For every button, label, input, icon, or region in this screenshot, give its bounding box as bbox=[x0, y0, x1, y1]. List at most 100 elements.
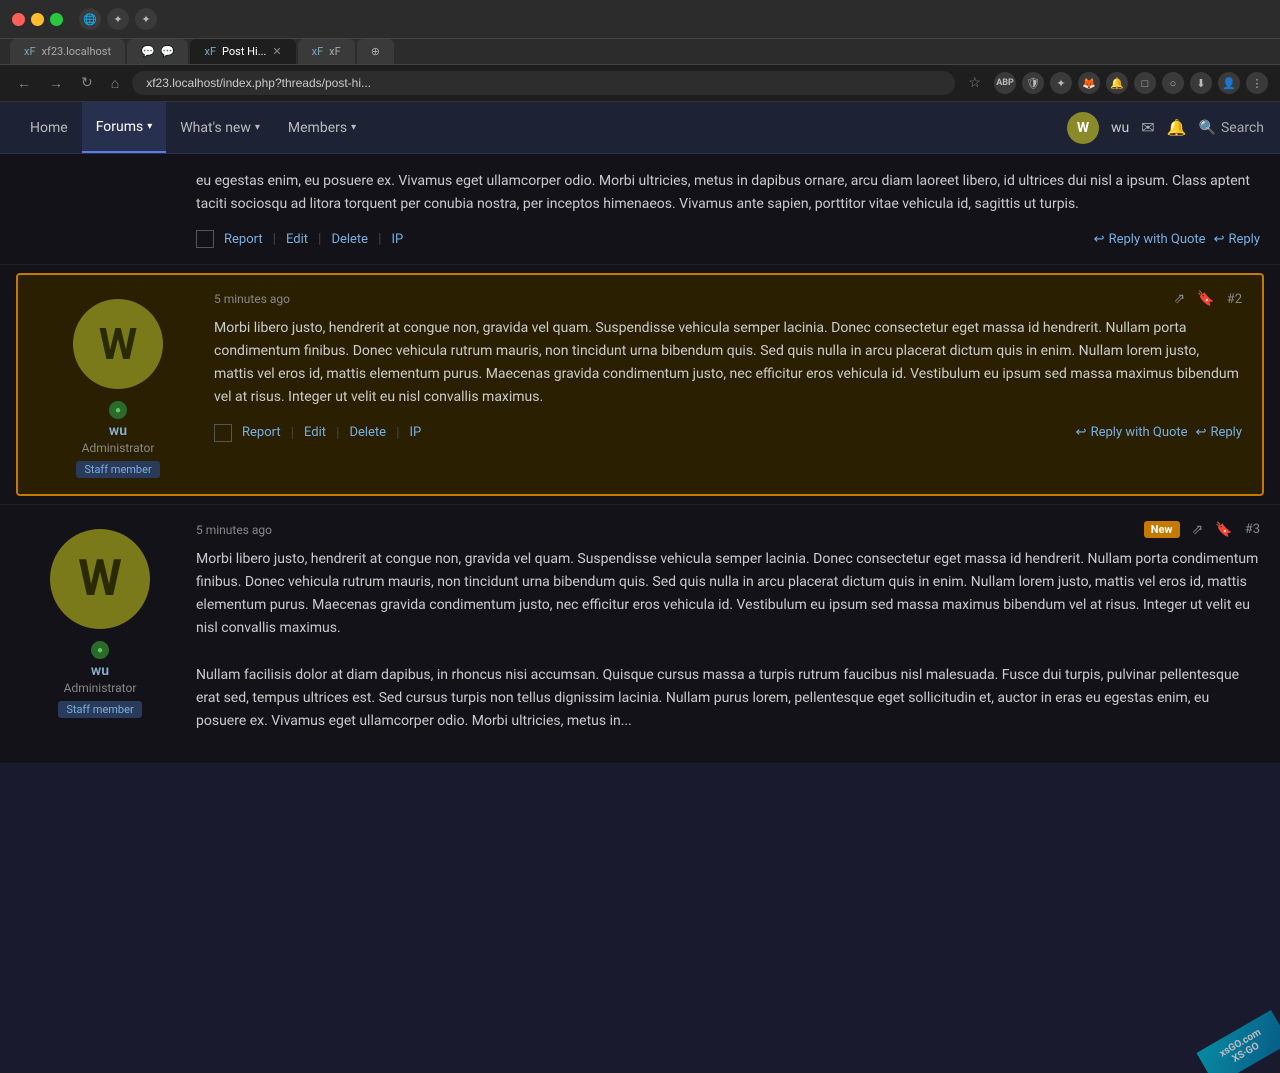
shield-icon[interactable]: 🛡 bbox=[1022, 72, 1044, 94]
post-2-avatar: W bbox=[73, 299, 163, 389]
tab-3[interactable]: xF xF bbox=[298, 39, 355, 64]
refresh-button[interactable]: ↻ bbox=[76, 73, 98, 93]
extension-icons: ABP 🛡 ✦ 🦊 🔔 □ ○ ⬇ 👤 ⋮ bbox=[994, 72, 1268, 94]
notification-icon[interactable]: 🔔 bbox=[1106, 72, 1128, 94]
post-3-new-badge: New bbox=[1144, 521, 1180, 538]
download-icon[interactable]: ⬇ bbox=[1190, 72, 1212, 94]
post-1-reply-quote-link[interactable]: ↩ Reply with Quote bbox=[1094, 232, 1206, 247]
minimize-button[interactable] bbox=[31, 13, 44, 26]
post-1-checkbox[interactable] bbox=[196, 230, 214, 248]
forward-button[interactable]: → bbox=[44, 73, 68, 94]
post-1-footer: Report | Edit | Delete | IP ↩ Reply with… bbox=[196, 230, 1260, 248]
post-2-author-name: wu bbox=[109, 423, 127, 439]
watermark-text: xsGO.comXS·GO bbox=[1197, 1010, 1280, 1073]
post-2-actions-top: ⇗ 🔖 #2 bbox=[1174, 291, 1242, 307]
post-1-footer-left: Report | Edit | Delete | IP bbox=[196, 230, 403, 248]
reply-quote-icon-1: ↩ bbox=[1094, 232, 1105, 247]
post-2-footer: Report | Edit | Delete | IP ↩ Reply with… bbox=[214, 424, 1242, 442]
post-2-share-icon[interactable]: ⇗ bbox=[1174, 291, 1186, 307]
messages-icon[interactable]: ✉ bbox=[1141, 118, 1154, 137]
search-button[interactable]: 🔍 Search bbox=[1199, 120, 1264, 136]
close-button[interactable] bbox=[12, 13, 25, 26]
menu-icon[interactable]: ⋮ bbox=[1246, 72, 1268, 94]
post-3-author-sidebar: W ● wu Administrator Staff member bbox=[20, 521, 180, 747]
post-2-time: 5 minutes ago bbox=[214, 292, 290, 306]
tab-1[interactable]: xF xf23.localhost bbox=[10, 39, 125, 64]
post-2-reply-link[interactable]: ↩ Reply bbox=[1196, 425, 1242, 440]
tab-4[interactable]: ⊕ bbox=[357, 39, 394, 64]
post-2-bookmark-icon[interactable]: 🔖 bbox=[1197, 291, 1214, 307]
post-1-body: eu egestas enim, eu posuere ex. Vivamus … bbox=[196, 170, 1260, 216]
post-2-footer-left: Report | Edit | Delete | IP bbox=[214, 424, 421, 442]
bookmark-icon[interactable]: ☆ bbox=[963, 73, 986, 93]
forums-dropdown-icon: ▾ bbox=[147, 121, 152, 132]
tab-2[interactable]: 💬 💬 bbox=[127, 39, 188, 64]
post-3-share-icon[interactable]: ⇗ bbox=[1192, 522, 1204, 538]
post-3-author-name: wu bbox=[91, 663, 109, 679]
post-2-checkbox[interactable] bbox=[214, 424, 232, 442]
post-3-avatar: W bbox=[50, 529, 150, 629]
post-1-reply-link[interactable]: ↩ Reply bbox=[1214, 232, 1260, 247]
post-1-author-sidebar bbox=[20, 170, 180, 248]
back-button[interactable]: ← bbox=[12, 73, 36, 94]
post-3-meta: 5 minutes ago New ⇗ 🔖 #3 bbox=[196, 521, 1260, 538]
post-2-report-link[interactable]: Report bbox=[242, 425, 281, 440]
post-2-edit-link[interactable]: Edit bbox=[304, 425, 326, 440]
post-2-ip-link[interactable]: IP bbox=[410, 425, 422, 440]
abp-icon[interactable]: ABP bbox=[994, 72, 1016, 94]
post-1-report-link[interactable]: Report bbox=[224, 232, 263, 247]
nav-forums[interactable]: Forums ▾ bbox=[82, 102, 167, 153]
post-3-body: Morbi libero justo, hendrerit at congue … bbox=[196, 548, 1260, 733]
post-1-container: eu egestas enim, eu posuere ex. Vivamus … bbox=[0, 154, 1280, 265]
post-1-delete-link[interactable]: Delete bbox=[331, 232, 368, 247]
post-2-delete-link[interactable]: Delete bbox=[349, 425, 386, 440]
post-2-container: W ● wu Administrator Staff member 5 minu… bbox=[16, 273, 1264, 496]
post-1-edit-link[interactable]: Edit bbox=[286, 232, 308, 247]
ext6[interactable]: ○ bbox=[1162, 72, 1184, 94]
reply-icon-1: ↩ bbox=[1214, 232, 1225, 247]
members-dropdown-icon: ▾ bbox=[351, 122, 356, 133]
extension-icon-3[interactable]: ✦ bbox=[135, 8, 157, 30]
post-1-footer-right: ↩ Reply with Quote ↩ Reply bbox=[1094, 232, 1260, 247]
tab-active[interactable]: xF Post Hi... ✕ bbox=[190, 39, 295, 64]
post-3-bookmark-icon[interactable]: 🔖 bbox=[1215, 522, 1232, 538]
post-1-ip-link[interactable]: IP bbox=[392, 232, 404, 247]
user-avatar-nav[interactable]: W bbox=[1067, 112, 1099, 144]
home-button[interactable]: ⌂ bbox=[106, 73, 124, 94]
star-icon[interactable]: ✦ bbox=[1050, 72, 1072, 94]
post-2-author-sidebar: W ● wu Administrator Staff member bbox=[38, 291, 198, 478]
post-2-author-role: Administrator bbox=[82, 441, 155, 455]
post-3-staff-badge: Staff member bbox=[58, 701, 141, 718]
post-2-online-indicator: ● bbox=[109, 401, 127, 419]
nav-whats-new[interactable]: What's new ▾ bbox=[166, 102, 274, 153]
post-2-footer-right: ↩ Reply with Quote ↩ Reply bbox=[1076, 425, 1242, 440]
post-2-staff-badge: Staff member bbox=[76, 461, 159, 478]
nav-members[interactable]: Members ▾ bbox=[274, 102, 370, 153]
post-2-main: 5 minutes ago ⇗ 🔖 #2 Morbi libero justo,… bbox=[198, 291, 1242, 478]
extension-icon-1[interactable]: 🌐 bbox=[79, 8, 101, 30]
browser-tabs: xF xf23.localhost 💬 💬 xF Post Hi... ✕ xF… bbox=[0, 39, 1280, 65]
post-2-number: #2 bbox=[1227, 292, 1242, 307]
extension-icon-2[interactable]: ✦ bbox=[107, 8, 129, 30]
post-2-reply-quote-link[interactable]: ↩ Reply with Quote bbox=[1076, 425, 1188, 440]
watermark: xsGO.comXS·GO bbox=[1160, 973, 1280, 1053]
nav-home[interactable]: Home bbox=[16, 102, 82, 153]
alerts-icon[interactable]: 🔔 bbox=[1167, 118, 1187, 137]
nav-right: W wu ✉ 🔔 🔍 Search bbox=[1067, 112, 1264, 144]
reply-quote-icon-2: ↩ bbox=[1076, 425, 1087, 440]
whats-new-dropdown-icon: ▾ bbox=[255, 122, 260, 133]
tab-close-icon[interactable]: ✕ bbox=[272, 45, 281, 58]
post-2-meta: 5 minutes ago ⇗ 🔖 #2 bbox=[214, 291, 1242, 307]
profile-icon[interactable]: 👤 bbox=[1218, 72, 1240, 94]
post-3-time: 5 minutes ago bbox=[196, 523, 272, 537]
url-input[interactable] bbox=[132, 71, 955, 95]
search-icon: 🔍 bbox=[1199, 120, 1216, 136]
post-3-main: 5 minutes ago New ⇗ 🔖 #3 Morbi libero ju… bbox=[180, 521, 1260, 747]
ext5[interactable]: □ bbox=[1134, 72, 1156, 94]
fox-icon[interactable]: 🦊 bbox=[1078, 72, 1100, 94]
post-1-main: eu egestas enim, eu posuere ex. Vivamus … bbox=[180, 170, 1260, 248]
post-3-container: W ● wu Administrator Staff member 5 minu… bbox=[0, 504, 1280, 764]
post-3-online-indicator: ● bbox=[91, 641, 109, 659]
traffic-lights bbox=[12, 13, 63, 26]
maximize-button[interactable] bbox=[50, 13, 63, 26]
